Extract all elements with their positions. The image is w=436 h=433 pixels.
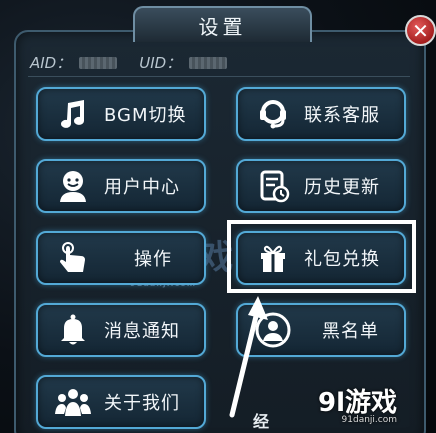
notifications-button[interactable]: 消息通知 [36,303,206,357]
uid-redacted [189,56,228,69]
highlight-box [227,220,416,293]
site-logo: 9l游戏 91danji.com [318,388,398,425]
controls-button[interactable]: 操作 [36,231,206,285]
user-icon [52,165,94,207]
headset-icon [252,93,294,135]
history-doc-icon [252,165,294,207]
hand-tap-icon [52,237,94,279]
pointer-arrow [229,296,268,418]
close-button[interactable]: ✕ [405,15,436,46]
contact-support-button[interactable]: 联系客服 [236,87,406,141]
game-screen: 设置 ✕ AID： UID： 9l游戏 91danji.com BGM切换 联系… [0,0,436,433]
aid-redacted [79,56,118,69]
update-history-button[interactable]: 历史更新 [236,159,406,213]
about-us-button[interactable]: 关于我们 [36,375,206,429]
user-center-button[interactable]: 用户中心 [36,159,206,213]
music-note-icon [52,93,94,135]
group-icon [52,381,94,423]
dialog-title: 设置 [133,6,312,42]
account-ids: AID： UID： [30,52,241,73]
uid-label: UID： [139,54,182,72]
close-icon: ✕ [412,18,429,43]
aid-label: AID： [30,54,72,72]
divider [28,76,410,77]
bgm-toggle-button[interactable]: BGM切换 [36,87,206,141]
bell-icon [52,309,94,351]
